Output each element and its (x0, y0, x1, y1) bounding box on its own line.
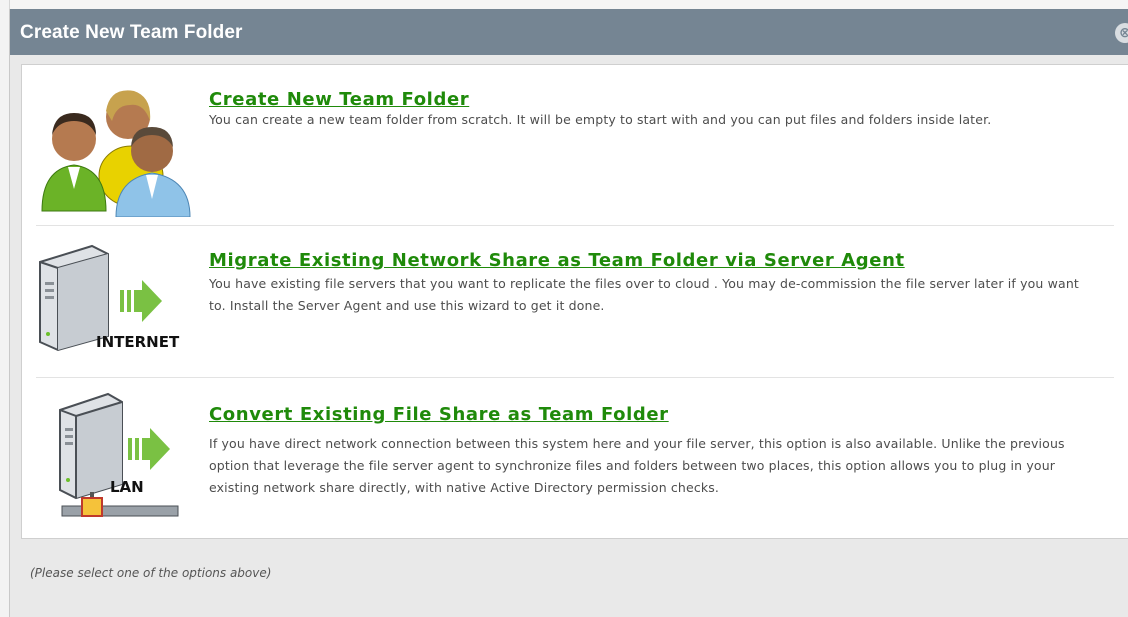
option-title[interactable]: Migrate Existing Network Share as Team F… (209, 250, 905, 271)
server-lan-icon: LAN (59, 392, 179, 517)
option-migrate-via-agent[interactable]: INTERNET Migrate Existing Network Share … (22, 226, 1128, 377)
close-icon[interactable]: ⊗ (1115, 23, 1128, 43)
option-create-new[interactable]: Create New Team Folder You can create a … (22, 65, 1128, 225)
options-panel: Create New Team Folder You can create a … (21, 64, 1128, 539)
internet-label: INTERNET (96, 333, 180, 351)
option-description: You can create a new team folder from sc… (209, 112, 992, 127)
create-team-folder-dialog: Create New Team Folder ⊗ Create New Team… (9, 9, 1128, 617)
selection-hint: (Please select one of the options above) (30, 566, 272, 580)
option-title[interactable]: Create New Team Folder (209, 89, 469, 110)
option-description: If you have direct network connection be… (209, 436, 1065, 495)
option-convert-file-share[interactable]: LAN Convert Existing File Share as Team … (22, 378, 1128, 538)
dialog-titlebar: Create New Team Folder ⊗ (10, 9, 1128, 55)
lan-label: LAN (110, 478, 144, 496)
page-backdrop-top (0, 0, 1128, 9)
dialog-title: Create New Team Folder (20, 22, 243, 43)
server-internet-icon: INTERNET (39, 244, 180, 352)
option-title[interactable]: Convert Existing File Share as Team Fold… (209, 404, 669, 425)
users-group-icon (41, 90, 191, 217)
option-description: You have existing file servers that you … (209, 276, 1079, 313)
